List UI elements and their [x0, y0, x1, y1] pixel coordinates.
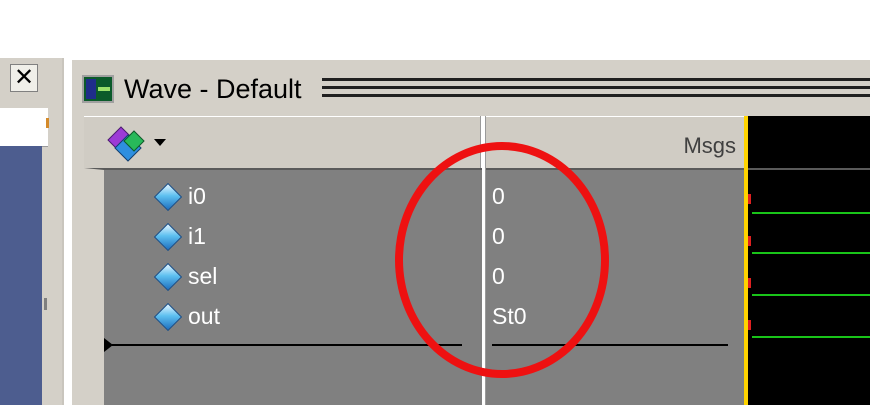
wave-window-title: Wave - Default — [124, 74, 302, 104]
wave-toolbar: Msgs — [84, 116, 744, 169]
signal-diamond-icon — [154, 303, 180, 329]
cursor-line — [112, 344, 462, 346]
top-blank-area — [0, 0, 870, 58]
msgs-column-header: Msgs — [683, 133, 736, 158]
waveform-edge-mark — [748, 320, 751, 330]
waveform-trace-out — [752, 336, 870, 338]
waveform-trace-i1 — [752, 252, 870, 254]
left-pane-list[interactable] — [0, 146, 42, 405]
waveform-trace-i0 — [752, 212, 870, 214]
waveform-edge-mark — [748, 278, 751, 288]
titlebar-grip-line — [322, 78, 870, 81]
waveform-trace-sel — [752, 294, 870, 296]
titlebar-grip-line — [322, 86, 870, 89]
signal-diamond-icon — [154, 263, 180, 289]
add-signal-icon — [107, 126, 166, 162]
titlebar-grip-line — [322, 94, 870, 97]
wave-window-icon — [82, 75, 114, 103]
red-annotation-circle — [395, 142, 609, 378]
chevron-down-icon — [154, 139, 166, 146]
left-pane-splitter-handle[interactable] — [44, 298, 47, 310]
signal-name: i0 — [188, 182, 206, 209]
waveform-edge-mark — [748, 194, 751, 204]
waveform-edge-mark — [748, 236, 751, 246]
waveform-divider — [748, 168, 870, 170]
add-wave-dropdown-button[interactable] — [104, 123, 176, 163]
left-docked-pane: ✕ — [0, 58, 64, 405]
waveform-pane[interactable] — [744, 116, 870, 405]
signal-name: i1 — [188, 222, 206, 249]
close-icon[interactable]: ✕ — [10, 64, 38, 92]
signal-name: out — [188, 302, 220, 329]
signal-diamond-icon — [154, 223, 180, 249]
wave-titlebar[interactable]: Wave - Default — [72, 60, 870, 114]
left-pane-header — [0, 108, 48, 147]
signal-name: sel — [188, 262, 218, 289]
left-pane-marker — [46, 118, 49, 128]
signal-diamond-icon — [154, 183, 180, 209]
